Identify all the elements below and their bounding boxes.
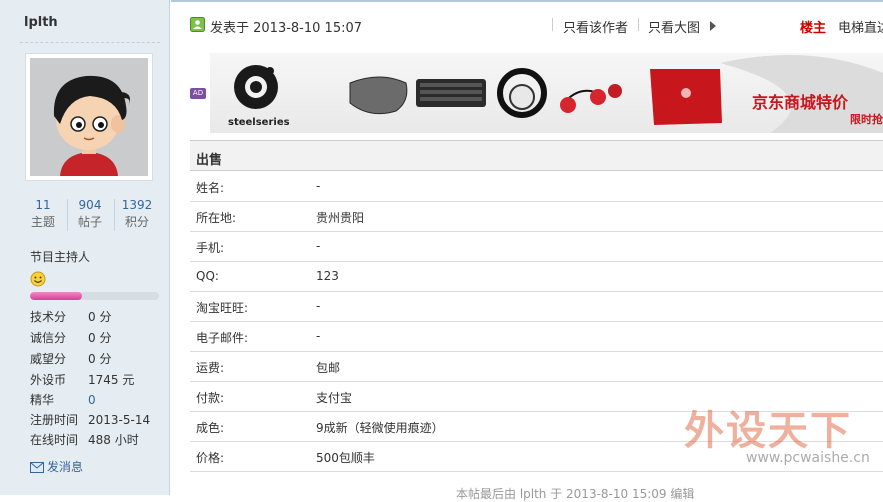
- level-progress-bar: [30, 292, 159, 300]
- info-key: 外设币: [30, 373, 67, 387]
- stat-posts-value: 904: [78, 198, 102, 212]
- divider: [552, 18, 553, 31]
- view-big-image-link[interactable]: 只看大图: [648, 17, 700, 36]
- row-key: 成色:: [196, 421, 225, 435]
- divider: [20, 42, 160, 43]
- info-key: 精华: [30, 393, 55, 407]
- ad-promo-text: 京东商城特价: [752, 93, 849, 112]
- info-value[interactable]: 0: [88, 393, 96, 407]
- post-date: 发表于 2013-8-10 15:07: [210, 21, 363, 36]
- row-key: 所在地:: [196, 211, 237, 225]
- info-online-time: 在线时间 488 小时: [30, 432, 139, 448]
- avatar[interactable]: [25, 53, 153, 181]
- info-register-date: 注册时间 2013-5-14: [30, 412, 150, 428]
- watermark-url: www.pcwaishe.cn: [746, 450, 870, 466]
- row-key: 价格:: [196, 451, 225, 465]
- info-credit-score: 诚信分 0 分: [30, 330, 111, 346]
- row-key: 运费:: [196, 361, 225, 375]
- row-value: -: [316, 299, 321, 313]
- stat-points-value: 1392: [121, 198, 153, 212]
- table-row: 手机: -: [190, 232, 883, 262]
- smiley-icon: [30, 271, 46, 290]
- triangle-right-icon[interactable]: [710, 21, 716, 31]
- table-row: 淘宝旺旺: -: [190, 292, 883, 322]
- row-value: 123: [316, 269, 339, 283]
- ad-brand: steelseries: [228, 117, 290, 128]
- row-key: 电子邮件:: [196, 331, 249, 345]
- stat-posts[interactable]: 904 帖子: [67, 197, 113, 231]
- sale-table-title-text: 出售: [196, 153, 223, 168]
- info-key: 技术分: [30, 310, 67, 324]
- row-key: 淘宝旺旺:: [196, 301, 249, 315]
- post-header: 发表于 2013-8-10 15:07 只看该作者 只看大图 楼主 电梯直达: [190, 16, 883, 36]
- view-author-only-link[interactable]: 只看该作者: [563, 17, 628, 36]
- ad-badge: AD: [190, 88, 206, 99]
- stat-posts-label: 帖子: [77, 215, 102, 229]
- stat-points-label: 积分: [124, 215, 149, 229]
- table-row: 所在地: 贵州贵阳: [190, 202, 883, 232]
- site-watermark: 外设天下 www.pcwaishe.cn: [684, 398, 870, 466]
- stat-points[interactable]: 1392 积分: [114, 197, 160, 231]
- info-key: 威望分: [30, 352, 67, 366]
- row-value: -: [316, 239, 321, 253]
- envelope-icon: [30, 462, 44, 473]
- table-row: QQ: 123: [190, 262, 883, 292]
- info-tech-score: 技术分 0 分: [30, 309, 111, 325]
- watermark-title: 外设天下: [684, 408, 852, 454]
- avatar-image: [30, 58, 148, 176]
- info-key: 诚信分: [30, 331, 67, 345]
- floor-label[interactable]: 楼主: [800, 17, 826, 36]
- ad-promo-subtext: 限时抢购: [850, 113, 883, 126]
- author-stats: 11 主题 904 帖子 1392 积分: [20, 197, 160, 233]
- send-message-label: 发消息: [47, 460, 84, 474]
- table-row: 运费: 包邮: [190, 352, 883, 382]
- post-top-border: [171, 0, 883, 2]
- info-value: 0 分: [88, 310, 112, 324]
- level-progress-fill: [30, 292, 82, 300]
- table-row: 姓名: -: [190, 172, 883, 202]
- info-value: 0 分: [88, 331, 112, 345]
- row-value: 包邮: [316, 361, 341, 375]
- author-sidebar: lplth 11 主题 904 帖子 1392 积分 节目主持人 技术分 0 分…: [0, 0, 170, 495]
- row-key: 付款:: [196, 391, 225, 405]
- row-value: 500包顺丰: [316, 451, 375, 465]
- sale-table-title: 出售: [190, 140, 883, 171]
- divider: [638, 18, 639, 31]
- row-key: 手机:: [196, 241, 225, 255]
- info-coins: 外设币 1745 元: [30, 372, 134, 388]
- row-value: 9成新（轻微使用痕迹）: [316, 421, 444, 435]
- info-value: 0 分: [88, 352, 112, 366]
- info-key: 注册时间: [30, 413, 79, 427]
- stat-threads[interactable]: 11 主题: [20, 197, 66, 231]
- jump-to-floor-link[interactable]: 电梯直达: [838, 17, 883, 36]
- row-value: -: [316, 179, 321, 193]
- row-key: 姓名:: [196, 181, 225, 195]
- edit-note: 本帖最后由 lplth 于 2013-8-10 15:09 编辑: [456, 487, 695, 501]
- ad-banner[interactable]: steelseries 京东商城特价 限时抢购: [210, 53, 883, 133]
- info-prestige: 威望分 0 分: [30, 351, 111, 367]
- author-username[interactable]: lplth: [24, 15, 58, 30]
- row-value: 贵州贵阳: [316, 211, 365, 225]
- user-group[interactable]: 节目主持人: [30, 248, 90, 265]
- row-key: QQ:: [196, 269, 219, 283]
- info-value: 1745 元: [88, 373, 135, 387]
- info-value: 488 小时: [88, 433, 139, 447]
- send-message-link[interactable]: 发消息: [30, 458, 83, 475]
- stat-threads-value: 11: [35, 198, 51, 212]
- stat-threads-label: 主题: [30, 215, 55, 229]
- table-row: 电子邮件: -: [190, 322, 883, 352]
- row-value: -: [316, 329, 321, 343]
- info-key: 在线时间: [30, 433, 79, 447]
- info-digest: 精华 0: [30, 392, 96, 408]
- row-value: 支付宝: [316, 391, 353, 405]
- info-value: 2013-5-14: [88, 413, 151, 427]
- post-icon: [190, 17, 205, 36]
